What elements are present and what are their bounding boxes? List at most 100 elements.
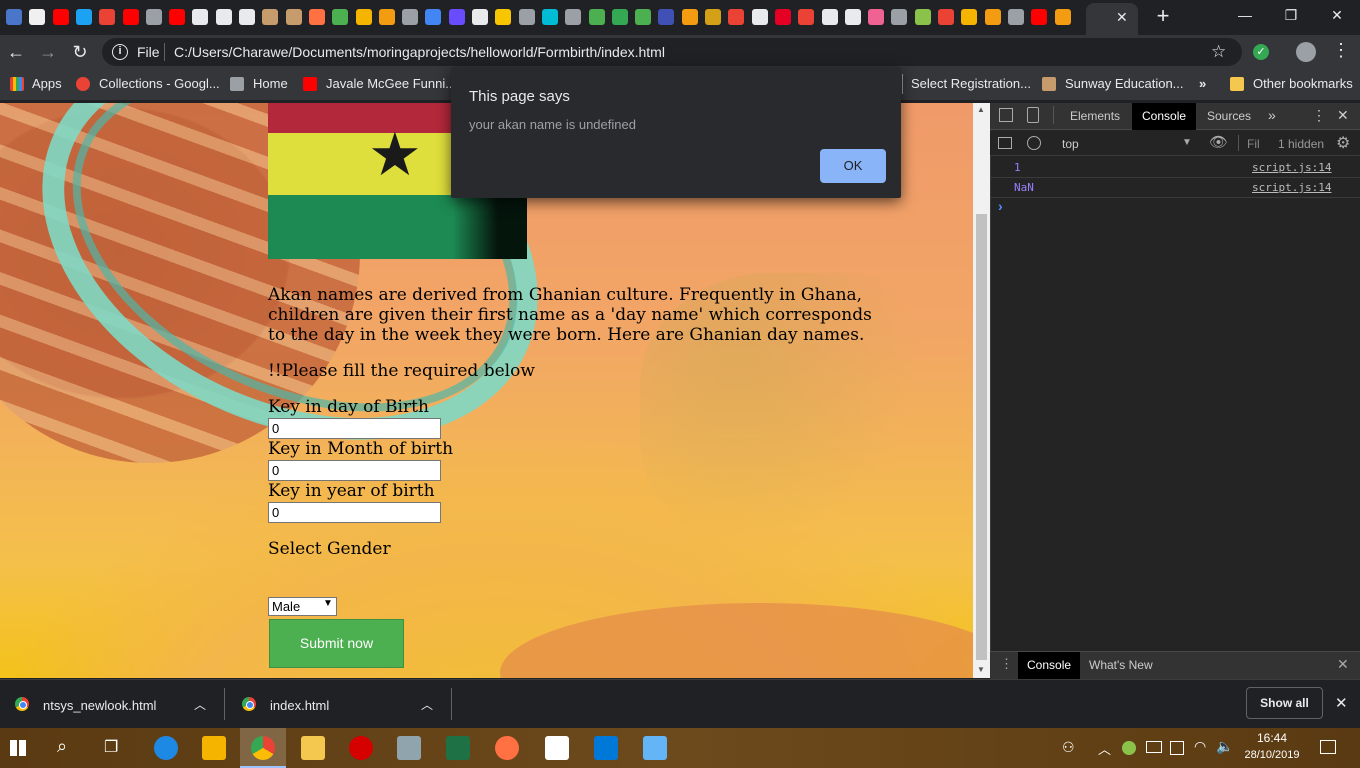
tray-app-icon[interactable] <box>1122 741 1136 755</box>
tab-favicon[interactable] <box>728 9 745 25</box>
tab-favicon[interactable] <box>565 9 582 25</box>
reload-icon[interactable]: ↻ <box>68 40 92 64</box>
tab-favicon[interactable] <box>705 9 721 25</box>
scroll-up-icon[interactable]: ▲ <box>977 105 985 114</box>
context-select[interactable]: top <box>1062 137 1079 151</box>
uc-browser-icon[interactable] <box>495 736 519 760</box>
close-tab-icon[interactable]: ✕ <box>1116 9 1128 26</box>
tab-favicon[interactable] <box>774 9 791 25</box>
task-view-icon[interactable]: ❐ <box>104 737 118 757</box>
mail-icon[interactable] <box>545 736 569 760</box>
tab-favicon[interactable] <box>1031 9 1048 25</box>
drawer-close-icon[interactable]: ✕ <box>1337 656 1349 673</box>
file-explorer-icon[interactable] <box>301 736 325 760</box>
wifi-icon[interactable]: ◠ <box>1194 738 1206 755</box>
bookmark-home[interactable]: Home <box>253 76 288 91</box>
tab-favicon[interactable] <box>821 9 838 25</box>
tab-favicon[interactable] <box>355 9 372 25</box>
drawer-tab-whats-new[interactable]: What's New <box>1089 658 1153 672</box>
volume-icon[interactable]: 🔈 <box>1216 738 1233 755</box>
console-settings-gear-icon[interactable]: ⚙ <box>1336 133 1350 153</box>
month-input[interactable]: 0 <box>268 460 441 481</box>
tray-chevron-icon[interactable]: ︿ <box>1098 739 1111 758</box>
excel-icon[interactable] <box>446 736 470 760</box>
menu-icon[interactable]: ⋮ <box>1332 40 1350 61</box>
back-icon[interactable]: ← <box>4 40 28 64</box>
tab-favicon[interactable] <box>611 9 628 25</box>
tab-favicon[interactable] <box>914 9 931 25</box>
forward-icon[interactable]: → <box>36 40 60 64</box>
sidebar-toggle-icon[interactable] <box>998 137 1012 149</box>
tab-favicon[interactable] <box>6 9 22 25</box>
network-app-icon[interactable] <box>397 736 421 760</box>
show-all-button[interactable]: Show all <box>1246 687 1323 719</box>
notes-icon[interactable] <box>643 736 667 760</box>
active-tab[interactable]: ✕ <box>1086 3 1138 35</box>
tab-favicon[interactable] <box>378 9 395 25</box>
drawer-tab-console[interactable]: Console <box>1018 652 1080 679</box>
tab-favicon[interactable] <box>169 9 186 25</box>
tab-favicon[interactable] <box>402 9 419 25</box>
tab-favicon[interactable] <box>425 9 442 25</box>
console-prompt[interactable]: › <box>998 198 1003 214</box>
tab-favicon[interactable] <box>844 9 861 25</box>
tab-favicon[interactable] <box>868 9 885 25</box>
tab-favicon[interactable] <box>262 9 279 25</box>
tab-favicon[interactable] <box>751 9 768 25</box>
new-tab-button[interactable]: + <box>1150 5 1176 29</box>
tab-favicon[interactable] <box>891 9 908 25</box>
tab-favicon[interactable] <box>984 9 1001 25</box>
tab-elements[interactable]: Elements <box>1070 109 1120 123</box>
info-icon[interactable]: i <box>112 44 128 60</box>
tab-favicon[interactable] <box>145 9 162 25</box>
tab-favicon[interactable] <box>29 9 46 25</box>
tab-favicon[interactable] <box>122 9 139 25</box>
opera-icon[interactable] <box>349 736 373 760</box>
profile-avatar[interactable] <box>1296 42 1316 62</box>
tab-favicon[interactable] <box>635 9 652 25</box>
bookmark-select-registration[interactable]: Select Registration... <box>911 76 1031 91</box>
restore-button[interactable]: ❐ <box>1273 4 1309 26</box>
tab-favicon[interactable] <box>961 9 978 25</box>
chevron-up-icon[interactable]: ︿ <box>421 696 433 713</box>
bookmark-sunway[interactable]: Sunway Education... <box>1065 76 1184 91</box>
devtools-menu-icon[interactable]: ⋮ <box>1312 107 1326 124</box>
bookmark-star-icon[interactable]: ☆ <box>1211 42 1226 62</box>
clock-date[interactable]: 28/10/2019 <box>1240 749 1304 761</box>
day-input[interactable]: 0 <box>268 418 441 439</box>
submit-button[interactable]: Submit now <box>269 619 404 668</box>
console-log-source[interactable]: script.js:14 <box>1252 161 1331 174</box>
bookmark-collections[interactable]: Collections - Googl... <box>99 76 220 91</box>
download-item[interactable]: index.html <box>270 698 329 713</box>
search-icon[interactable]: ⌕ <box>57 736 67 757</box>
tab-favicon[interactable] <box>798 9 815 25</box>
chrome-icon[interactable] <box>251 736 275 760</box>
download-item[interactable]: ntsys_newlook.html <box>43 698 156 713</box>
tab-favicon[interactable] <box>518 9 535 25</box>
tab-favicon[interactable] <box>448 9 465 25</box>
device-toolbar-icon[interactable] <box>1027 107 1039 123</box>
tab-favicon[interactable] <box>938 9 954 25</box>
scroll-down-icon[interactable]: ▼ <box>977 665 985 674</box>
tab-favicon[interactable] <box>681 9 698 25</box>
tab-favicon[interactable] <box>75 9 92 25</box>
extension-check-icon[interactable]: ✓ <box>1253 44 1269 60</box>
edge-icon[interactable] <box>154 736 178 760</box>
vscode-icon[interactable] <box>594 736 618 760</box>
more-bookmarks-chevron[interactable]: » <box>1199 76 1206 91</box>
minimize-button[interactable]: — <box>1227 4 1263 26</box>
tab-favicon[interactable] <box>495 9 512 25</box>
tab-console[interactable]: Console <box>1132 103 1196 130</box>
bookmark-javale[interactable]: Javale McGee Funni... <box>326 76 456 91</box>
notification-app-icon[interactable] <box>1170 741 1184 755</box>
url-text[interactable]: C:/Users/Charawe/Documents/moringaprojec… <box>174 44 665 60</box>
inspect-element-icon[interactable] <box>999 108 1013 122</box>
close-window-button[interactable]: ✕ <box>1319 4 1355 26</box>
tab-favicon[interactable] <box>658 9 675 25</box>
tab-favicon[interactable] <box>239 9 255 25</box>
bookmark-other[interactable]: Other bookmarks <box>1253 76 1353 91</box>
tab-favicon[interactable] <box>588 9 605 25</box>
tab-favicon[interactable] <box>332 9 349 25</box>
console-filter-input[interactable]: Fil <box>1247 137 1260 151</box>
live-expression-eye-icon[interactable]: 👁 <box>1209 133 1228 151</box>
